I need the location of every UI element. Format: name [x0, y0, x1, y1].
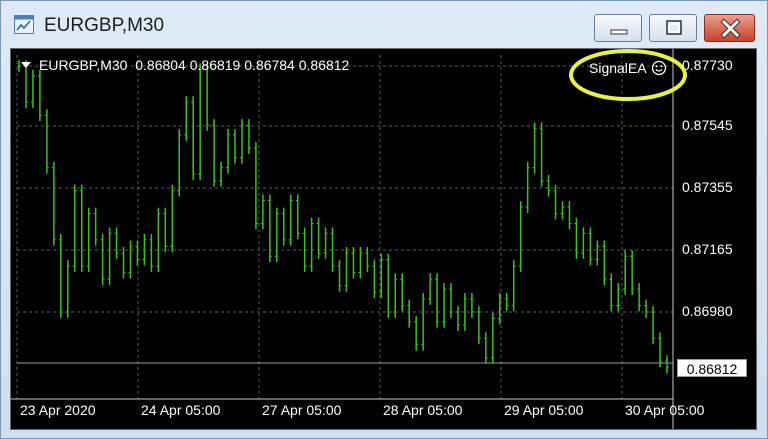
- chart-symbol-info: EURGBP,M30 0.86804 0.86819 0.86784 0.868…: [21, 57, 349, 73]
- ohlc-low: 0.86784: [244, 57, 295, 73]
- time-axis-label: 29 Apr 05:00: [504, 402, 584, 418]
- ohlc-open: 0.86804: [135, 57, 186, 73]
- current-price-label: 0.86812: [677, 359, 747, 377]
- minimize-button[interactable]: [594, 14, 642, 42]
- annotation-highlight-circle: [569, 49, 687, 101]
- expert-advisor-label[interactable]: SignalEA: [589, 60, 667, 76]
- close-button[interactable]: [704, 14, 755, 42]
- chart-window: EURGBP,M30 EURGBP,M30 0.86804 0.86819 0.…: [0, 0, 768, 439]
- time-axis-label: 27 Apr 05:00: [262, 402, 342, 418]
- close-icon: [720, 18, 741, 39]
- smiley-icon: [651, 60, 666, 76]
- chart-app-icon: [14, 15, 34, 34]
- symbol-timeframe: EURGBP,M30: [39, 57, 128, 73]
- time-axis-label: 24 Apr 05:00: [141, 402, 221, 418]
- maximize-icon: [666, 20, 682, 35]
- time-axis-label: 28 Apr 05:00: [383, 402, 463, 418]
- title-bar[interactable]: EURGBP,M30: [1, 1, 767, 47]
- price-chart[interactable]: [11, 49, 757, 430]
- expert-name: SignalEA: [589, 60, 647, 76]
- dropdown-triangle-icon[interactable]: [21, 62, 31, 68]
- time-axis-label: 23 Apr 2020: [20, 402, 96, 418]
- price-axis-label: 0.87545: [682, 117, 733, 133]
- price-axis-label: 0.87355: [682, 179, 733, 195]
- window-title: EURGBP,M30: [44, 15, 165, 36]
- price-axis-label: 0.87165: [682, 241, 733, 257]
- time-axis-label: 30 Apr 05:00: [625, 402, 705, 418]
- ohlc-high: 0.86819: [189, 57, 241, 73]
- chart-area[interactable]: EURGBP,M30 0.86804 0.86819 0.86784 0.868…: [10, 48, 757, 430]
- ohlc-close: 0.86812: [298, 57, 350, 73]
- price-axis-label: 0.87730: [682, 57, 733, 73]
- minimize-icon: [610, 29, 628, 35]
- maximize-button[interactable]: [649, 14, 697, 42]
- price-axis-label: 0.86980: [682, 303, 733, 319]
